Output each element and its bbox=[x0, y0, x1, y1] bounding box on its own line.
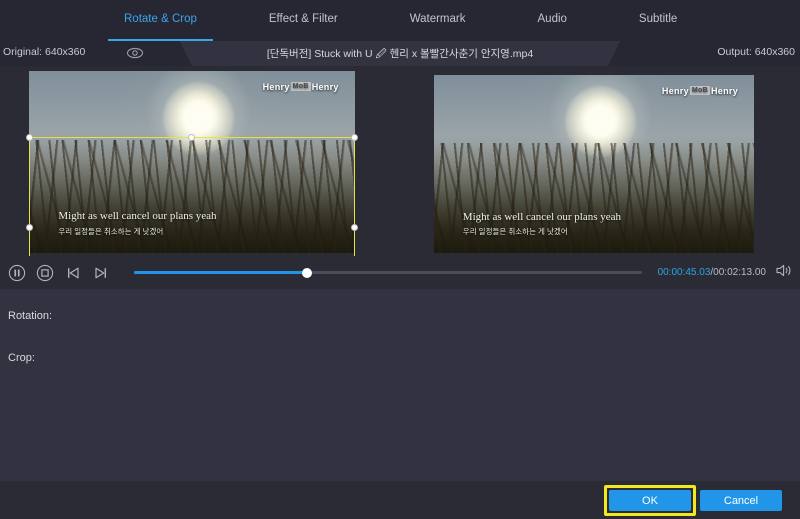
subtitle-english: Might as well cancel our plans yeah bbox=[58, 210, 216, 222]
current-time: 00:00:45.03 bbox=[658, 267, 711, 278]
source-video-preview[interactable]: Henry MoB Henry Might as well cancel our… bbox=[29, 71, 355, 253]
crop-handle-top-right[interactable] bbox=[351, 134, 358, 141]
cancel-button[interactable]: Cancel bbox=[700, 490, 782, 511]
subtitle-korean: 우리 일정들은 취소하는 게 낫겠어 bbox=[463, 226, 568, 237]
crop-handle-top-left[interactable] bbox=[26, 134, 33, 141]
next-frame-icon[interactable] bbox=[90, 262, 112, 284]
tab-rotate-and-crop[interactable]: Rotate & Crop bbox=[108, 0, 213, 41]
tab-label: Effect & Filter bbox=[269, 13, 338, 25]
subtitle-korean: 우리 일정들은 취소하는 게 낫겠어 bbox=[58, 226, 163, 237]
crop-handle-top-center[interactable] bbox=[188, 134, 195, 141]
tab-subtitle[interactable]: Subtitle bbox=[623, 0, 693, 41]
seek-bar[interactable] bbox=[134, 266, 642, 280]
tab-effect-and-filter[interactable]: Effect & Filter bbox=[253, 0, 354, 41]
output-size-label: Output: 640x360 bbox=[717, 46, 795, 58]
tab-watermark[interactable]: Watermark bbox=[394, 0, 482, 41]
tab-label: Rotate & Crop bbox=[124, 13, 197, 25]
watermark-text-right: Henry bbox=[711, 86, 738, 96]
ok-label: OK bbox=[642, 495, 658, 507]
video-watermark: Henry MoB Henry bbox=[263, 82, 339, 92]
cancel-label: Cancel bbox=[724, 495, 758, 507]
seek-handle[interactable] bbox=[302, 268, 312, 278]
tab-audio[interactable]: Audio bbox=[522, 0, 583, 41]
subtitle-english: Might as well cancel our plans yeah bbox=[463, 211, 621, 223]
watermark-badge: MoB bbox=[690, 86, 710, 95]
watermark-badge: MoB bbox=[291, 82, 311, 91]
stop-icon[interactable] bbox=[34, 262, 56, 284]
video-watermark: Henry MoB Henry bbox=[662, 86, 738, 96]
tab-label: Audio bbox=[538, 13, 567, 25]
tab-label: Subtitle bbox=[639, 13, 677, 25]
tab-label: Watermark bbox=[410, 13, 466, 25]
control-panel: Rotation: bbox=[0, 289, 800, 481]
tab-bar: Rotate & Crop Effect & Filter Watermark … bbox=[0, 0, 800, 41]
crop-handle-middle-left[interactable] bbox=[26, 224, 33, 231]
ok-button[interactable]: OK bbox=[609, 490, 691, 511]
crop-handle-middle-right[interactable] bbox=[351, 224, 358, 231]
seek-progress bbox=[134, 271, 307, 274]
total-time: /00:02:13.00 bbox=[710, 267, 766, 278]
watermark-text-left: Henry bbox=[263, 82, 290, 92]
watermark-text-right: Henry bbox=[312, 82, 339, 92]
rotation-label: Rotation: bbox=[8, 310, 52, 322]
volume-icon[interactable] bbox=[775, 263, 793, 283]
footer-bar: OK Cancel bbox=[0, 481, 800, 519]
crop-label: Crop: bbox=[8, 352, 35, 364]
video-editor-window: Rotate & Crop Effect & Filter Watermark … bbox=[0, 0, 800, 519]
preview-area: Henry MoB Henry Might as well cancel our… bbox=[0, 66, 800, 256]
file-title: [단독버전] Stuck with U 🖉 헨리 x 볼빨간사춘기 안지영.mp… bbox=[0, 46, 800, 64]
watermark-text-left: Henry bbox=[662, 86, 689, 96]
player-bar: 00:00:45.03 /00:02:13.00 bbox=[0, 256, 800, 289]
pause-icon[interactable] bbox=[6, 262, 28, 284]
preview-header: Original: 640x360 [단독버전] Stuck with U 🖉 … bbox=[0, 41, 800, 66]
output-video-preview[interactable]: Henry MoB Henry Might as well cancel our… bbox=[434, 75, 754, 253]
previous-frame-icon[interactable] bbox=[62, 262, 84, 284]
